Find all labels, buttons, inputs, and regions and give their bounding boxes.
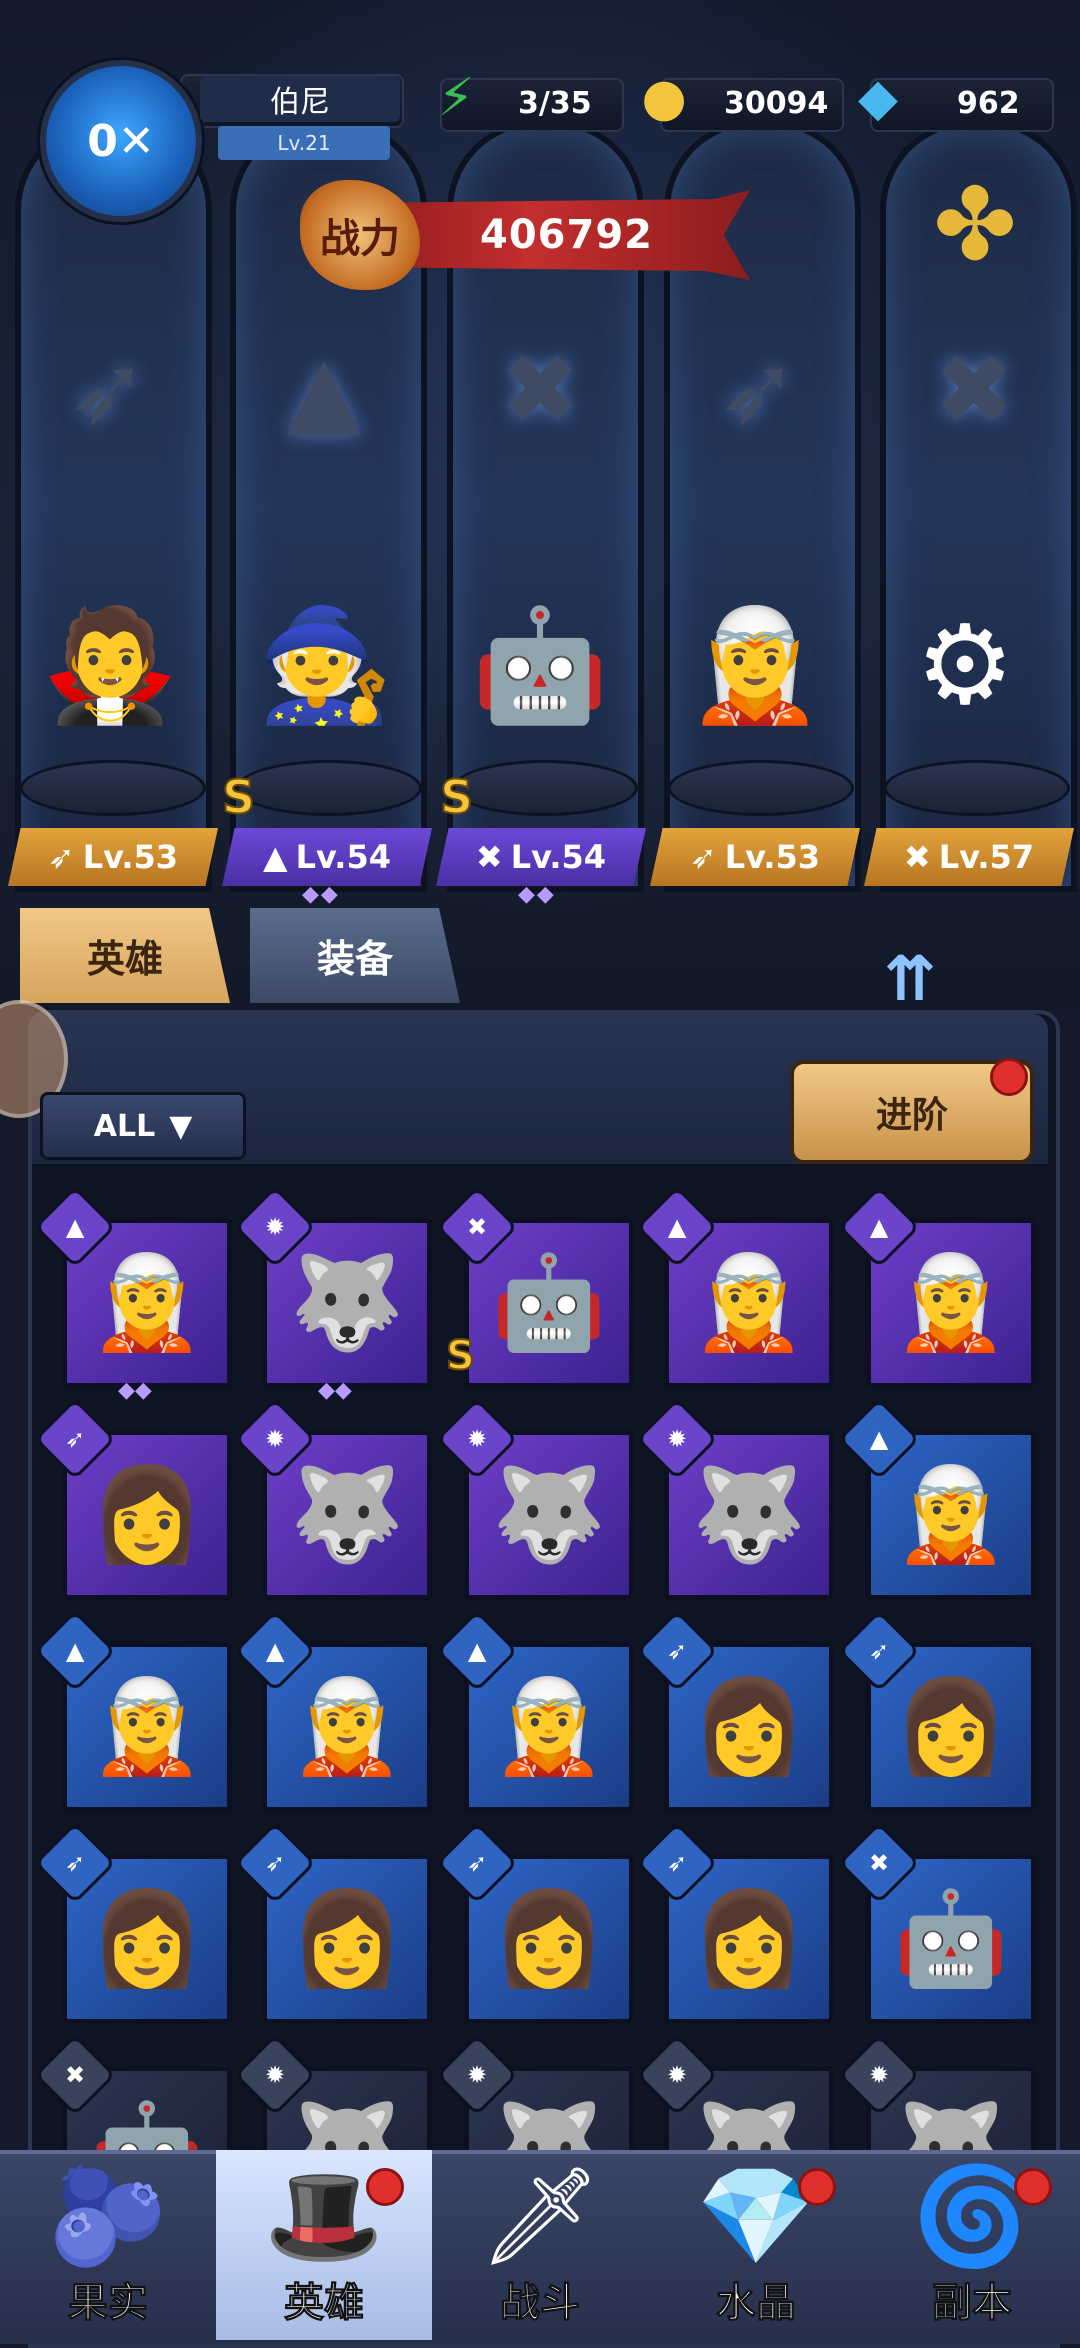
notification-dot [366, 2168, 404, 2206]
wing-icon: ➶ [689, 838, 717, 876]
notification-dot [798, 2168, 836, 2206]
power-value: 406792 [480, 212, 653, 258]
star-rating: ◆◆ [302, 882, 340, 907]
tab-equipment[interactable]: 装备 [250, 908, 460, 1003]
pedestal [668, 760, 854, 816]
rank-s-badge: S [221, 769, 256, 825]
gold-value: 30094 [724, 86, 829, 121]
notification-dot [990, 1058, 1028, 1096]
slot-wrench-icon[interactable]: ✖ [470, 320, 610, 460]
nav-label: 副本 [932, 2280, 1013, 2327]
fish-tank-icon: 0✕ [87, 115, 155, 167]
slot-wing-icon[interactable]: ➶ [38, 320, 178, 460]
filter-dropdown[interactable]: ALL ▼ [40, 1092, 246, 1160]
nav-label: 果实 [68, 2280, 149, 2327]
coin-icon[interactable]: ● [628, 62, 700, 134]
hat-icon: ▲ [263, 838, 288, 876]
fruit-icon: 🫐 [48, 2160, 168, 2272]
lightning-icon[interactable]: ⚡ [420, 62, 492, 134]
slot-wrench-icon[interactable]: ✖ [904, 320, 1044, 460]
bond-arrows-icon: ⇈ [884, 942, 936, 1015]
diamond-icon[interactable]: ◆ [842, 62, 914, 134]
notification-dot [1014, 2168, 1052, 2206]
rank-s-badge: S [445, 1332, 476, 1380]
star-rating: ◆◆ [518, 882, 556, 907]
pedestal [236, 760, 422, 816]
wing-icon: ➶ [47, 838, 75, 876]
lineup-level-tag: ✖ Lv.54 [436, 828, 646, 886]
lineup-hero-4[interactable]: 🧝 [670, 570, 840, 760]
wrench-icon: ✖ [475, 838, 503, 876]
player-level: Lv.21 [218, 126, 390, 160]
star-rating: ◆◆ [118, 1378, 152, 1403]
player-avatar[interactable]: 0✕ [40, 60, 202, 222]
lineup-hero-2[interactable]: 🧙 [240, 570, 410, 760]
rank-s-badge: S [439, 769, 474, 825]
pedestal [452, 760, 638, 816]
nav-label: 水晶 [716, 2280, 797, 2327]
lineup-hero-1[interactable]: 🧛 [25, 570, 195, 760]
settings-flower-icon[interactable]: ✤ [915, 165, 1035, 285]
pedestal [884, 760, 1070, 816]
lineup-hero-3[interactable]: 🤖 [455, 570, 625, 760]
stamina-value: 3/35 [518, 86, 592, 121]
sword-icon: 🗡 [479, 2160, 601, 2272]
triangle-down-icon: ▼ [169, 1108, 193, 1144]
pedestal [20, 760, 206, 816]
nav-label: 战斗 [500, 2280, 581, 2327]
nav-label: 英雄 [284, 2280, 365, 2327]
star-rating: ◆◆ [318, 1378, 352, 1403]
slot-hat-icon[interactable]: ▲ [254, 320, 394, 460]
nav-sword[interactable]: 🗡 战斗 [432, 2150, 648, 2340]
nav-fruit[interactable]: 🫐 果实 [0, 2150, 216, 2340]
wrench-icon: ✖ [903, 838, 931, 876]
lineup-level-tag: ➶ Lv.53 [650, 828, 860, 886]
player-name: 伯尼 [200, 76, 400, 122]
lineup-level-tag: ✖ Lv.57 [864, 828, 1074, 886]
diamond-value: 962 [957, 86, 1020, 121]
tab-heroes[interactable]: 英雄 [20, 908, 230, 1003]
lineup-level-tag: ▲ Lv.54 [222, 828, 432, 886]
slot-wing-icon[interactable]: ➶ [688, 320, 828, 460]
lineup-level-tag: ➶ Lv.53 [8, 828, 218, 886]
lineup-hero-5[interactable]: ⚙ [880, 570, 1050, 760]
